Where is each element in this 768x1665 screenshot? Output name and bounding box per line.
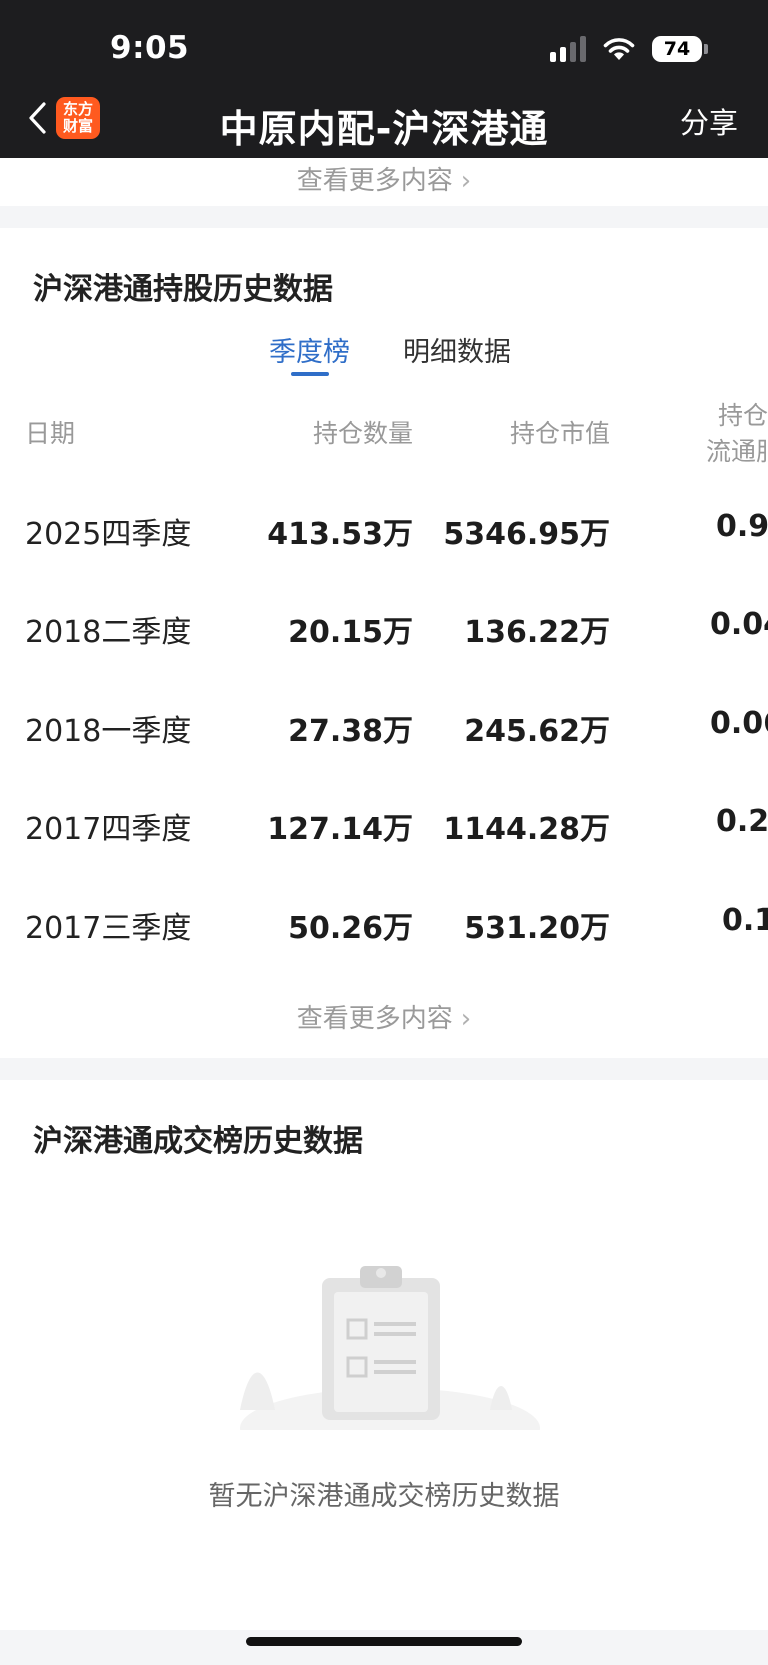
row-quantity: 20.15万 <box>288 615 413 650</box>
row-market-value: 531.20万 <box>464 911 610 946</box>
wifi-icon <box>603 38 635 60</box>
row-date: 2025四季度 <box>25 517 192 552</box>
row-ratio: 0.11 <box>722 903 768 938</box>
holdings-tabs: 季度榜 明细数据 <box>0 330 768 378</box>
view-more-link-top[interactable]: 查看更多内容 › <box>0 160 768 197</box>
row-date: 2018一季度 <box>25 714 192 749</box>
table-row[interactable]: 2018一季度 27.38万 245.62万 0.06 <box>0 706 768 749</box>
header-date: 日期 <box>25 419 76 448</box>
battery-icon: 74 <box>652 36 708 62</box>
screen: 9:05 74 东方 财富 中原内配-沪深港通 分享 查看更多内容 › 沪深港通… <box>0 0 768 1665</box>
row-ratio: 0.06 <box>710 706 768 741</box>
signal-icon <box>550 36 586 62</box>
view-more-link-holdings[interactable]: 查看更多内容 › <box>0 998 768 1035</box>
row-date: 2017三季度 <box>25 911 192 946</box>
empty-state-text: 暂无沪深港通成交榜历史数据 <box>208 1481 560 1512</box>
top-bar: 9:05 74 东方 财富 中原内配-沪深港通 分享 <box>0 0 768 158</box>
row-quantity: 413.53万 <box>267 517 413 552</box>
battery-cap <box>704 44 708 54</box>
page-title: 中原内配-沪深港通 <box>219 107 549 151</box>
table-row[interactable]: 2025四季度 413.53万 5346.95万 0.91 <box>0 509 768 552</box>
row-market-value: 5346.95万 <box>443 517 610 552</box>
header-ratio-line1: 持仓 <box>718 401 768 430</box>
battery-level: 74 <box>652 36 702 62</box>
tab-quarterly[interactable]: 季度榜 <box>269 330 350 369</box>
clipboard-empty-icon <box>240 1266 540 1430</box>
table-row[interactable]: 2018二季度 20.15万 136.22万 0.04 <box>0 607 768 650</box>
table-row[interactable]: 2017三季度 50.26万 531.20万 0.11 <box>0 903 768 946</box>
active-tab-indicator <box>291 372 329 376</box>
header-quantity: 持仓数量 <box>312 419 413 448</box>
trades-section-title: 沪深港通成交榜历史数据 <box>33 1124 363 1159</box>
view-more-label: 查看更多内容 <box>296 166 453 196</box>
row-date: 2018二季度 <box>25 615 192 650</box>
row-ratio: 0.91 <box>716 509 768 544</box>
top-card: 查看更多内容 › <box>0 158 768 206</box>
header-ratio-line2: 流通服 <box>706 437 768 466</box>
home-indicator[interactable] <box>246 1637 522 1646</box>
row-quantity: 50.26万 <box>288 911 413 946</box>
status-time: 9:05 <box>110 30 190 66</box>
row-quantity: 127.14万 <box>267 812 413 847</box>
row-market-value: 245.62万 <box>464 714 610 749</box>
holdings-section-title: 沪深港通持股历史数据 <box>33 272 333 307</box>
row-ratio: 0.04 <box>710 607 768 642</box>
row-ratio: 0.27 <box>716 804 768 839</box>
share-button[interactable]: 分享 <box>680 100 738 142</box>
row-market-value: 1144.28万 <box>443 812 610 847</box>
row-date: 2017四季度 <box>25 812 192 847</box>
header-market-value: 持仓市值 <box>509 419 610 448</box>
status-icons: 74 <box>550 36 708 62</box>
view-more-label: 查看更多内容 <box>296 1004 453 1034</box>
chevron-right-icon: › <box>460 1004 472 1034</box>
table-row[interactable]: 2017四季度 127.14万 1144.28万 0.27 <box>0 804 768 847</box>
row-market-value: 136.22万 <box>464 615 610 650</box>
row-quantity: 27.38万 <box>288 714 413 749</box>
tab-detail-data[interactable]: 明细数据 <box>403 330 511 369</box>
chevron-right-icon: › <box>460 166 472 196</box>
